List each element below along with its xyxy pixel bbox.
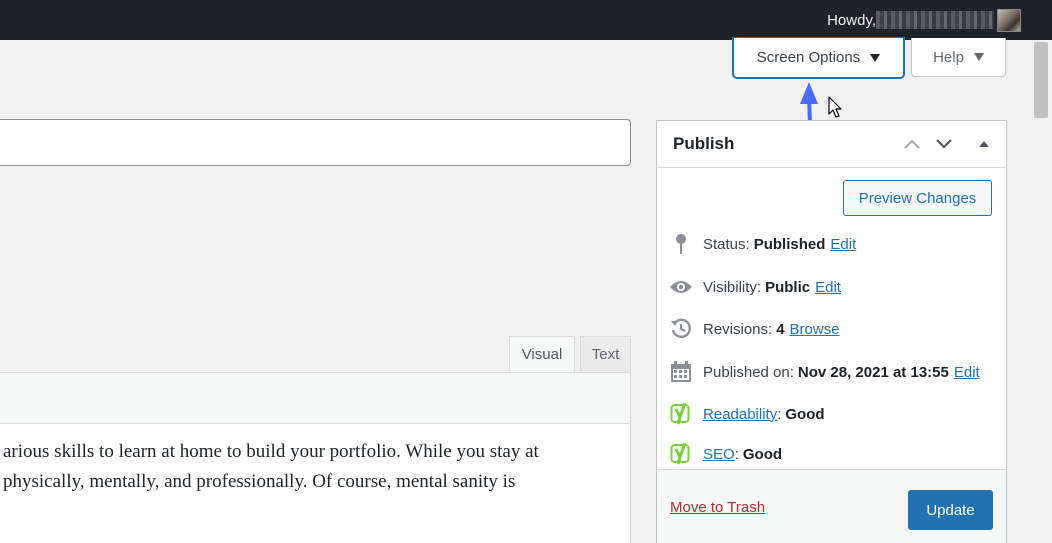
howdy-greeting[interactable]: Howdy, xyxy=(827,12,876,29)
mouse-cursor-icon xyxy=(828,96,842,118)
published-on-value: Nov 28, 2021 at 13:55 xyxy=(797,363,949,381)
yoast-icon xyxy=(669,402,693,426)
help-label: Help xyxy=(933,48,964,66)
eye-icon xyxy=(669,275,693,299)
avatar[interactable] xyxy=(997,9,1021,32)
calendar-icon xyxy=(669,360,693,384)
revisions-count: 4 xyxy=(776,320,785,338)
scrollbar-thumb[interactable] xyxy=(1034,42,1048,118)
revisions-row: Revisions: 4 Browse xyxy=(669,317,840,341)
status-label: Status: xyxy=(703,235,750,253)
blurred-username[interactable] xyxy=(876,11,994,29)
seo-score: Good xyxy=(742,445,783,463)
published-on-row: Published on: Nov 28, 2021 at 13:55 Edit xyxy=(669,360,980,384)
preview-changes-button[interactable]: Preview Changes xyxy=(843,180,992,216)
content-line: arious skills to learn at home to build … xyxy=(3,441,539,462)
page-scrollbar[interactable] xyxy=(1030,40,1052,543)
seo-row: SEO: Good xyxy=(669,442,782,466)
tab-visual[interactable]: Visual xyxy=(509,336,575,373)
move-up-icon[interactable] xyxy=(900,133,924,155)
visibility-row: Visibility: Public Edit xyxy=(669,275,841,299)
readability-link[interactable]: Readability xyxy=(703,406,777,423)
publish-box: Publish Preview Changes Status: Publishe… xyxy=(656,120,1007,543)
revisions-label: Revisions: xyxy=(703,320,773,338)
readability-row: Readability: Good xyxy=(669,402,825,426)
collapse-toggle-icon[interactable] xyxy=(972,133,996,155)
editor-toolbar xyxy=(0,373,630,424)
post-editor[interactable]: arious skills to learn at home to build … xyxy=(0,372,631,543)
published-on-label: Published on: xyxy=(703,363,794,381)
post-title-input[interactable] xyxy=(0,119,631,166)
revisions-browse-link[interactable]: Browse xyxy=(790,321,840,338)
tab-text[interactable]: Text xyxy=(580,336,631,373)
caret-down-icon xyxy=(870,53,881,62)
visibility-edit-link[interactable]: Edit xyxy=(815,279,841,296)
status-row: Status: Published Edit xyxy=(669,232,856,256)
status-edit-link[interactable]: Edit xyxy=(830,236,856,253)
content-line: physically, mentally, and professionally… xyxy=(3,471,516,492)
yoast-icon xyxy=(669,442,693,466)
readability-score: Good xyxy=(785,405,825,423)
publish-header: Publish xyxy=(657,121,1006,168)
admin-bar: Howdy, xyxy=(0,0,1052,40)
published-on-edit-link[interactable]: Edit xyxy=(954,364,980,381)
visibility-label: Visibility: xyxy=(703,278,762,296)
history-icon xyxy=(669,317,693,341)
move-to-trash-link[interactable]: Move to Trash xyxy=(670,499,765,516)
caret-down-icon xyxy=(973,53,984,61)
pin-icon xyxy=(669,232,693,256)
status-value: Published xyxy=(753,235,826,253)
move-down-icon[interactable] xyxy=(932,133,956,155)
publish-title: Publish xyxy=(673,134,735,153)
help-button[interactable]: Help xyxy=(911,38,1006,77)
seo-link[interactable]: SEO xyxy=(703,446,735,463)
visibility-value: Public xyxy=(765,278,811,296)
screen-options-label: Screen Options xyxy=(756,49,861,66)
editor-content[interactable]: arious skills to learn at home to build … xyxy=(0,437,630,497)
publish-footer: Move to Trash Update xyxy=(657,469,1006,543)
update-button[interactable]: Update xyxy=(908,490,993,530)
screen-options-button[interactable]: Screen Options xyxy=(733,38,904,78)
